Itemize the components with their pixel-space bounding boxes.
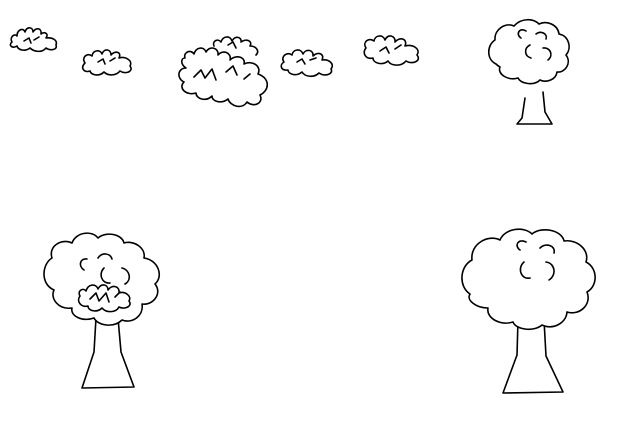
cloud-5 xyxy=(363,35,420,66)
drawing-canvas xyxy=(0,0,640,425)
tree-3 xyxy=(461,228,596,394)
tree-2 xyxy=(43,232,160,389)
cloud-2 xyxy=(82,49,132,76)
cloud-1 xyxy=(9,27,58,53)
tree-1 xyxy=(487,18,570,125)
cloud-3 xyxy=(178,36,269,108)
cloud-4 xyxy=(280,49,334,78)
sketch xyxy=(9,18,596,394)
